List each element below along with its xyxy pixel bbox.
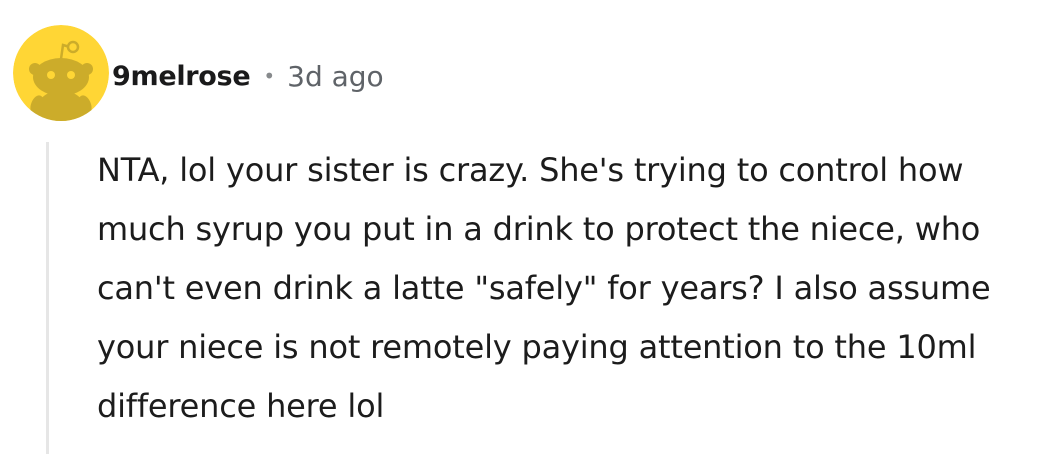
comment-timestamp[interactable]: 3d ago xyxy=(287,60,384,93)
comment: 9melrose • 3d ago NTA, lol your sister i… xyxy=(0,0,1059,454)
snoo-avatar-icon xyxy=(13,25,109,121)
comment-body: NTA, lol your sister is crazy. She's try… xyxy=(97,151,991,425)
author-username[interactable]: 9melrose xyxy=(112,61,251,92)
header-separator: • xyxy=(263,64,276,88)
comment-header: 9melrose • 3d ago xyxy=(112,54,384,98)
thread-collapse-line[interactable] xyxy=(46,142,49,454)
user-avatar[interactable] xyxy=(13,25,109,121)
